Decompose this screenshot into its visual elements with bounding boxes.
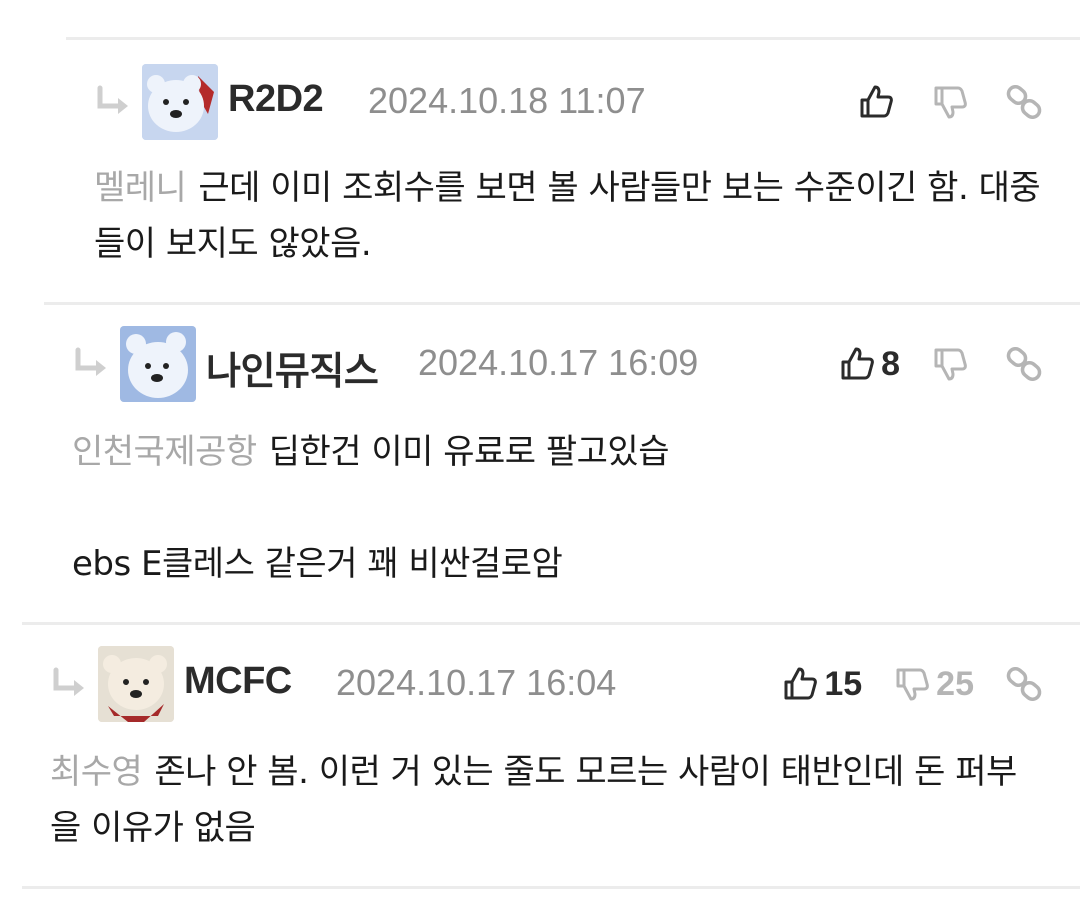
comment-divider [22,622,1080,625]
comment-nickname[interactable]: 나인뮤직스 [206,340,379,395]
comment-header: MCFC 2024.10.17 16:04 15 25 [50,646,1080,722]
comment-body: 최수영 존나 안 봄. 이런 거 있는 줄도 모르는 사람이 태반인데 돈 퍼부을… [50,744,1044,856]
avatar[interactable] [142,64,218,140]
comment-nickname[interactable]: R2D2 [228,78,324,121]
comment-text: 딥한건 이미 유료로 팔고있습 [268,432,670,472]
comment-paragraph: 최수영 존나 안 봄. 이런 거 있는 줄도 모르는 사람이 태반인데 돈 퍼부을… [50,744,1044,856]
comment-item: MCFC 2024.10.17 16:04 15 25 최수영 존나 안 봄. … [50,646,1080,866]
comment-paragraph: ebs E클레스 같은거 꽤 비싼걸로암 [72,544,563,584]
link-button[interactable] [1004,344,1044,384]
polar-bear-avatar [120,326,196,402]
comment-date: 2024.10.17 16:09 [418,342,699,383]
comment-header: R2D2 2024.10.18 11:07 [94,64,1080,140]
dislike-button[interactable]: 25 [892,664,974,704]
comment-text: 근데 이미 조회수를 보면 볼 사람들만 보는 수준이긴 함. 대중들이 보지도… [94,168,1041,264]
avatar[interactable] [120,326,196,402]
link-button[interactable] [1004,664,1044,704]
comment-date: 2024.10.18 11:07 [368,80,646,121]
comment-actions [826,74,1044,130]
comment-nickname[interactable]: MCFC [184,660,292,703]
comment-header: 나인뮤직스 2024.10.17 16:09 8 [72,326,1080,402]
comment-divider [44,302,1080,305]
link-button[interactable] [1004,82,1044,122]
comment-item: 나인뮤직스 2024.10.17 16:09 8 인천국제공항 딥한건 이미 유… [72,326,1080,596]
comment-body: 인천국제공항 딥한건 이미 유료로 팔고있습 ebs E클레스 같은거 꽤 비싼걸… [72,424,1044,592]
like-count: 8 [881,344,900,383]
like-button[interactable]: 15 [780,664,862,704]
comment-date: 2024.10.17 16:04 [336,662,617,703]
like-button[interactable] [856,82,900,122]
comment-mention[interactable]: 인천국제공항 [72,432,257,472]
comment-actions: 15 25 [750,656,1044,712]
comment-divider [66,37,1080,40]
comment-text: 존나 안 봄. 이런 거 있는 줄도 모르는 사람이 태반인데 돈 퍼부을 이유… [50,752,1017,848]
comment-mention[interactable]: 멜레니 [94,168,187,208]
polar-bear-avatar [98,646,174,722]
comment-paragraph: 인천국제공항 딥한건 이미 유료로 팔고있습 [72,424,1044,480]
comment-mention[interactable]: 최수영 [50,752,143,792]
comment-paragraph: 멜레니 근데 이미 조회수를 보면 볼 사람들만 보는 수준이긴 함. 대중들이 … [94,160,1044,272]
like-count: 15 [824,664,863,703]
comment-actions: 8 [807,336,1044,392]
reply-arrow-icon [53,667,84,696]
avatar[interactable] [98,646,174,722]
link-icon [1006,666,1042,702]
dislike-count: 25 [936,664,974,703]
link-icon [1006,346,1042,382]
thumbs-up-icon [841,347,874,380]
dislike-button[interactable] [930,344,974,384]
reply-arrow-icon [97,85,128,114]
dislike-button[interactable] [930,82,974,122]
thumbs-down-icon [934,348,967,381]
comment-item: R2D2 2024.10.18 11:07 멜레니 근데 이미 조회수를 보면 … [94,64,1080,274]
thumbs-down-icon [896,668,930,701]
thumbs-down-icon [934,86,967,119]
link-icon [1006,84,1042,120]
thumbs-up-icon [784,667,818,700]
reply-arrow-icon [75,347,106,376]
like-button[interactable]: 8 [837,344,900,384]
comment-divider [22,886,1080,889]
thumbs-up-icon [860,85,893,118]
comment-body: 멜레니 근데 이미 조회수를 보면 볼 사람들만 보는 수준이긴 함. 대중들이 … [94,160,1044,272]
polar-bear-avatar [142,64,218,140]
